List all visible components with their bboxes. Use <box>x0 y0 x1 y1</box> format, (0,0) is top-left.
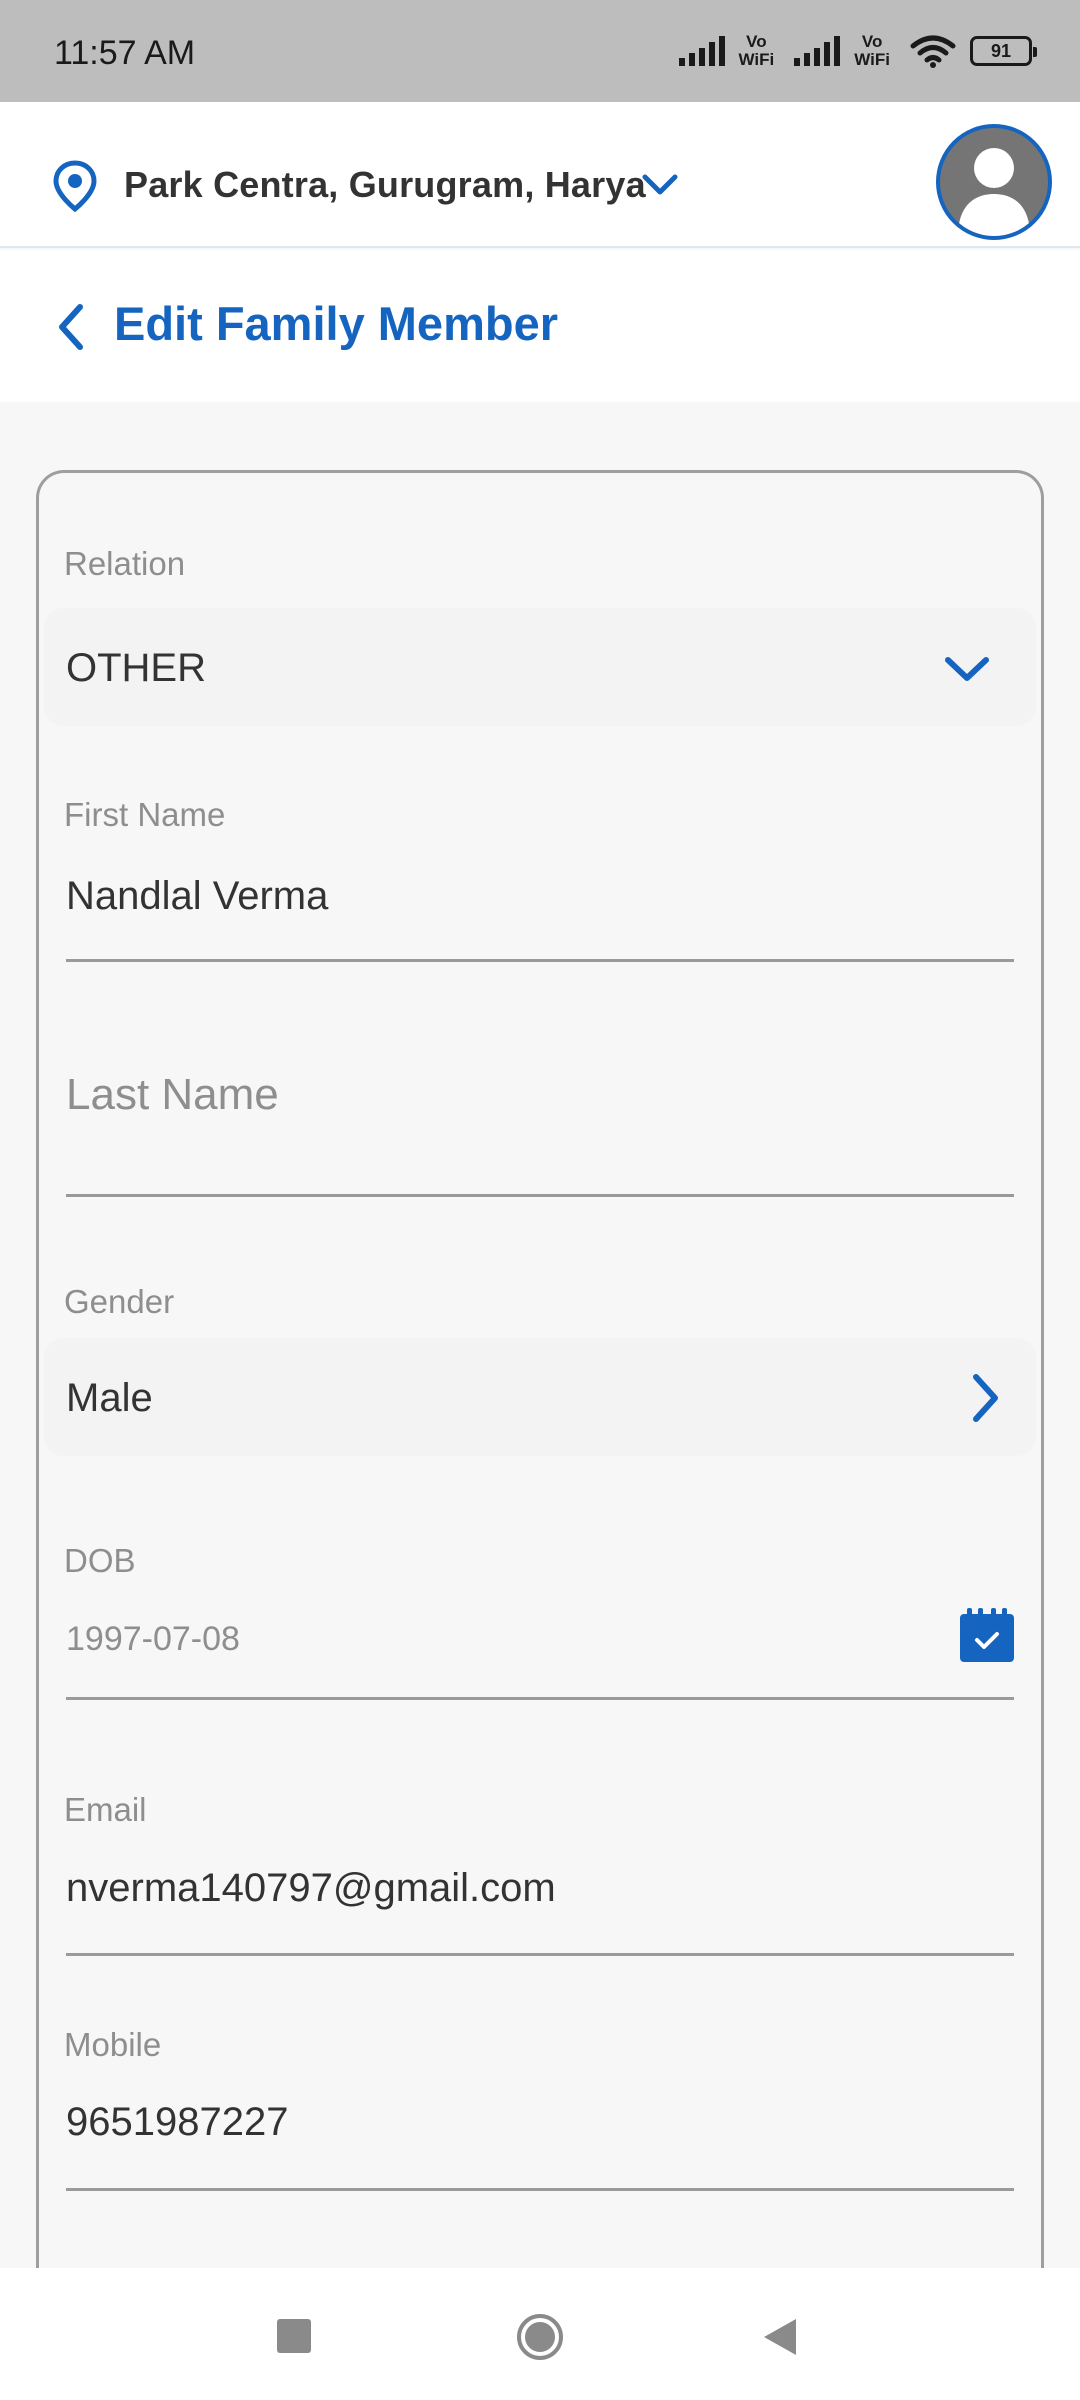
relation-value: OTHER <box>66 646 206 690</box>
dob-underline <box>66 1697 1014 1700</box>
mobile-underline <box>66 2188 1014 2191</box>
user-avatar-icon <box>958 148 1030 236</box>
home-button[interactable] <box>515 2312 565 2367</box>
first-name-underline <box>66 959 1014 962</box>
chevron-down-icon[interactable] <box>640 172 680 203</box>
last-name-underline <box>66 1194 1014 1197</box>
email-input[interactable]: nverma140797@gmail.com <box>66 1866 556 1911</box>
calendar-icon[interactable] <box>958 1608 1016 1669</box>
status-time: 11:57 AM <box>54 33 196 72</box>
status-bar: 11:57 AM Vo WiFi Vo WiFi 91 <box>0 0 1080 102</box>
signal-icon-2 <box>794 36 841 66</box>
last-name-input[interactable]: Last Name <box>66 1070 279 1120</box>
chevron-left-icon[interactable] <box>54 302 86 357</box>
chevron-right-icon <box>968 1372 1002 1429</box>
gender-select[interactable]: Male <box>44 1338 1036 1456</box>
avatar[interactable] <box>936 124 1052 240</box>
mobile-label: Mobile <box>64 2026 162 2063</box>
relation-select[interactable]: OTHER <box>44 608 1036 726</box>
page-title: Edit Family Member <box>114 297 558 350</box>
relation-label: Relation <box>64 545 186 582</box>
wifi-icon <box>910 34 956 68</box>
email-underline <box>66 1953 1014 1956</box>
battery-icon: 91 <box>970 36 1037 66</box>
location-selector[interactable]: Park Centra, Gurugram, Harya <box>124 164 646 206</box>
dob-label: DOB <box>64 1542 136 1579</box>
vowifi-indicator: Vo WiFi <box>738 32 775 69</box>
vowifi-indicator-2: Vo WiFi <box>854 32 890 69</box>
email-label: Email <box>64 1791 147 1828</box>
first-name-label: First Name <box>64 796 226 833</box>
recent-apps-button[interactable] <box>277 2319 311 2353</box>
status-icons: Vo WiFi Vo WiFi 91 <box>678 32 1037 69</box>
mobile-input[interactable]: 9651987227 <box>66 2100 288 2145</box>
chevron-down-icon <box>942 654 992 689</box>
gender-label: Gender <box>64 1283 175 1320</box>
location-pin-icon[interactable] <box>52 160 98 217</box>
signal-icon <box>678 36 725 66</box>
first-name-input[interactable]: Nandlal Verma <box>66 874 328 919</box>
back-button[interactable] <box>760 2316 800 2363</box>
title-bar: Edit Family Member <box>0 250 1080 402</box>
dob-input[interactable]: 1997-07-08 <box>66 1620 240 1659</box>
system-nav-bar <box>0 2268 1080 2400</box>
gender-value: Male <box>66 1376 153 1420</box>
location-header: Park Centra, Gurugram, Harya <box>0 102 1080 248</box>
